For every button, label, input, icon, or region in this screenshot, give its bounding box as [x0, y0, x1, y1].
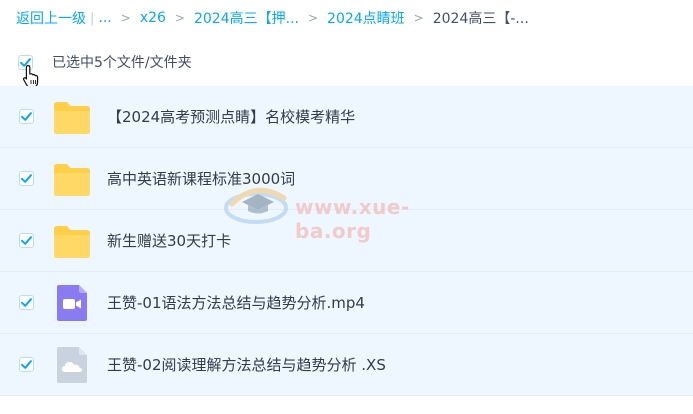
selection-bar: 已选中5个文件/文件夹 [18, 52, 192, 72]
breadcrumb-item-dianjing[interactable]: 2024点睛班 [327, 8, 405, 28]
video-file-icon [57, 285, 87, 321]
breadcrumb: 返回上一级 | ... > x26 > 2024高三【押... > 2024点睛… [16, 8, 529, 28]
row-checkbox[interactable] [19, 233, 34, 248]
list-item[interactable]: 高中英语新课程标准3000词 [0, 148, 693, 210]
folder-icon [54, 226, 90, 258]
file-name[interactable]: 新生赠送30天打卡 [107, 230, 231, 251]
chevron-right-icon: > [120, 11, 131, 25]
breadcrumb-current: 2024高三【-... [432, 11, 529, 27]
checkmark-icon [21, 174, 32, 183]
file-name[interactable]: 【2024高考预测点睛】名校模考精华 [107, 106, 355, 127]
file-name[interactable]: 王赞-01语法方法总结与趋势分析.mp4 [107, 292, 365, 313]
back-link[interactable]: 返回上一级 [16, 8, 86, 28]
folder-icon [54, 102, 90, 134]
row-checkbox[interactable] [19, 171, 34, 186]
list-item[interactable]: 新生赠送30天打卡 [0, 210, 693, 272]
row-checkbox[interactable] [19, 295, 34, 310]
checkmark-icon [21, 360, 32, 369]
file-name[interactable]: 王赞-02阅读理解方法总结与趋势分析 .XS [107, 354, 386, 375]
row-checkbox[interactable] [19, 109, 34, 124]
list-item[interactable]: 【2024高考预测点睛】名校模考精华 [0, 86, 693, 148]
cloud-file-icon [57, 347, 87, 383]
checkmark-icon [21, 236, 32, 245]
list-item[interactable]: 王赞-01语法方法总结与趋势分析.mp4 [0, 272, 693, 334]
checkmark-icon [21, 112, 32, 121]
checkmark-icon [21, 298, 32, 307]
file-list: 【2024高考预测点睛】名校模考精华 高中英语新课程标准3000词 新生赠送30… [0, 86, 693, 396]
file-name[interactable]: 高中英语新课程标准3000词 [107, 168, 295, 189]
chevron-right-icon: > [413, 11, 424, 25]
chevron-right-icon: > [174, 11, 185, 25]
row-checkbox[interactable] [19, 357, 34, 372]
breadcrumb-item-x26[interactable]: x26 [140, 10, 166, 26]
breadcrumb-item-2024-gaosan[interactable]: 2024高三【押... [194, 8, 299, 28]
folder-icon [54, 164, 90, 196]
chevron-right-icon: > [307, 11, 319, 25]
list-item[interactable]: 王赞-02阅读理解方法总结与趋势分析 .XS [0, 334, 693, 396]
selection-count-label: 已选中5个文件/文件夹 [52, 55, 192, 71]
breadcrumb-divider: | [90, 10, 95, 26]
breadcrumb-ellipsis[interactable]: ... [98, 10, 111, 26]
